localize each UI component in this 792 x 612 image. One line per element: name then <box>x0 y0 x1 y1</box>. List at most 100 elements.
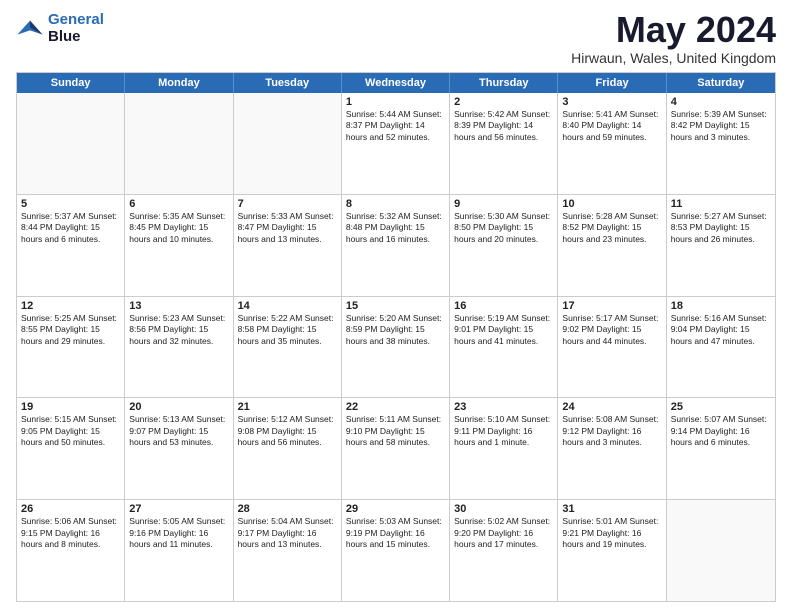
calendar-cell: 26Sunrise: 5:06 AM Sunset: 9:15 PM Dayli… <box>17 500 125 601</box>
day-number: 6 <box>129 198 228 210</box>
day-number: 8 <box>346 198 445 210</box>
day-number: 18 <box>671 300 771 312</box>
calendar-body: 1Sunrise: 5:44 AM Sunset: 8:37 PM Daylig… <box>17 93 775 601</box>
calendar-cell: 24Sunrise: 5:08 AM Sunset: 9:12 PM Dayli… <box>558 398 666 499</box>
calendar: SundayMondayTuesdayWednesdayThursdayFrid… <box>16 72 776 602</box>
calendar-cell: 18Sunrise: 5:16 AM Sunset: 9:04 PM Dayli… <box>667 297 775 398</box>
day-number: 26 <box>21 503 120 515</box>
day-info: Sunrise: 5:27 AM Sunset: 8:53 PM Dayligh… <box>671 211 771 245</box>
day-info: Sunrise: 5:07 AM Sunset: 9:14 PM Dayligh… <box>671 414 771 448</box>
header-day-friday: Friday <box>558 73 666 93</box>
calendar-row-2: 5Sunrise: 5:37 AM Sunset: 8:44 PM Daylig… <box>17 194 775 296</box>
header-day-sunday: Sunday <box>17 73 125 93</box>
day-info: Sunrise: 5:08 AM Sunset: 9:12 PM Dayligh… <box>562 414 661 448</box>
calendar-row-4: 19Sunrise: 5:15 AM Sunset: 9:05 PM Dayli… <box>17 397 775 499</box>
day-number: 25 <box>671 401 771 413</box>
calendar-cell: 23Sunrise: 5:10 AM Sunset: 9:11 PM Dayli… <box>450 398 558 499</box>
calendar-cell: 29Sunrise: 5:03 AM Sunset: 9:19 PM Dayli… <box>342 500 450 601</box>
header: General Blue May 2024 Hirwaun, Wales, Un… <box>16 12 776 66</box>
day-info: Sunrise: 5:22 AM Sunset: 8:58 PM Dayligh… <box>238 313 337 347</box>
calendar-cell: 22Sunrise: 5:11 AM Sunset: 9:10 PM Dayli… <box>342 398 450 499</box>
day-info: Sunrise: 5:03 AM Sunset: 9:19 PM Dayligh… <box>346 516 445 550</box>
calendar-cell: 14Sunrise: 5:22 AM Sunset: 8:58 PM Dayli… <box>234 297 342 398</box>
calendar-row-3: 12Sunrise: 5:25 AM Sunset: 8:55 PM Dayli… <box>17 296 775 398</box>
day-number: 1 <box>346 96 445 108</box>
day-number: 21 <box>238 401 337 413</box>
day-info: Sunrise: 5:30 AM Sunset: 8:50 PM Dayligh… <box>454 211 553 245</box>
calendar-cell: 7Sunrise: 5:33 AM Sunset: 8:47 PM Daylig… <box>234 195 342 296</box>
day-number: 11 <box>671 198 771 210</box>
calendar-cell: 10Sunrise: 5:28 AM Sunset: 8:52 PM Dayli… <box>558 195 666 296</box>
calendar-cell: 19Sunrise: 5:15 AM Sunset: 9:05 PM Dayli… <box>17 398 125 499</box>
page: General Blue May 2024 Hirwaun, Wales, Un… <box>0 0 792 612</box>
day-number: 30 <box>454 503 553 515</box>
day-info: Sunrise: 5:04 AM Sunset: 9:17 PM Dayligh… <box>238 516 337 550</box>
calendar-row-1: 1Sunrise: 5:44 AM Sunset: 8:37 PM Daylig… <box>17 93 775 194</box>
calendar-cell: 2Sunrise: 5:42 AM Sunset: 8:39 PM Daylig… <box>450 93 558 194</box>
header-day-tuesday: Tuesday <box>234 73 342 93</box>
day-info: Sunrise: 5:28 AM Sunset: 8:52 PM Dayligh… <box>562 211 661 245</box>
day-number: 22 <box>346 401 445 413</box>
calendar-cell <box>667 500 775 601</box>
day-info: Sunrise: 5:16 AM Sunset: 9:04 PM Dayligh… <box>671 313 771 347</box>
day-info: Sunrise: 5:25 AM Sunset: 8:55 PM Dayligh… <box>21 313 120 347</box>
day-info: Sunrise: 5:01 AM Sunset: 9:21 PM Dayligh… <box>562 516 661 550</box>
day-number: 23 <box>454 401 553 413</box>
calendar-cell: 4Sunrise: 5:39 AM Sunset: 8:42 PM Daylig… <box>667 93 775 194</box>
day-info: Sunrise: 5:15 AM Sunset: 9:05 PM Dayligh… <box>21 414 120 448</box>
calendar-cell: 31Sunrise: 5:01 AM Sunset: 9:21 PM Dayli… <box>558 500 666 601</box>
calendar-cell: 30Sunrise: 5:02 AM Sunset: 9:20 PM Dayli… <box>450 500 558 601</box>
day-info: Sunrise: 5:12 AM Sunset: 9:08 PM Dayligh… <box>238 414 337 448</box>
calendar-cell: 20Sunrise: 5:13 AM Sunset: 9:07 PM Dayli… <box>125 398 233 499</box>
calendar-cell: 12Sunrise: 5:25 AM Sunset: 8:55 PM Dayli… <box>17 297 125 398</box>
location: Hirwaun, Wales, United Kingdom <box>571 50 776 66</box>
calendar-cell: 17Sunrise: 5:17 AM Sunset: 9:02 PM Dayli… <box>558 297 666 398</box>
calendar-cell: 8Sunrise: 5:32 AM Sunset: 8:48 PM Daylig… <box>342 195 450 296</box>
title-block: May 2024 Hirwaun, Wales, United Kingdom <box>571 12 776 66</box>
day-number: 14 <box>238 300 337 312</box>
calendar-cell <box>17 93 125 194</box>
day-number: 17 <box>562 300 661 312</box>
calendar-cell: 3Sunrise: 5:41 AM Sunset: 8:40 PM Daylig… <box>558 93 666 194</box>
calendar-cell <box>125 93 233 194</box>
day-info: Sunrise: 5:20 AM Sunset: 8:59 PM Dayligh… <box>346 313 445 347</box>
day-number: 2 <box>454 96 553 108</box>
calendar-cell: 13Sunrise: 5:23 AM Sunset: 8:56 PM Dayli… <box>125 297 233 398</box>
calendar-cell: 5Sunrise: 5:37 AM Sunset: 8:44 PM Daylig… <box>17 195 125 296</box>
header-day-wednesday: Wednesday <box>342 73 450 93</box>
calendar-cell: 11Sunrise: 5:27 AM Sunset: 8:53 PM Dayli… <box>667 195 775 296</box>
day-info: Sunrise: 5:06 AM Sunset: 9:15 PM Dayligh… <box>21 516 120 550</box>
day-info: Sunrise: 5:11 AM Sunset: 9:10 PM Dayligh… <box>346 414 445 448</box>
day-number: 15 <box>346 300 445 312</box>
day-number: 29 <box>346 503 445 515</box>
logo-text: General Blue <box>48 12 104 45</box>
calendar-header: SundayMondayTuesdayWednesdayThursdayFrid… <box>17 73 775 93</box>
day-number: 13 <box>129 300 228 312</box>
day-info: Sunrise: 5:17 AM Sunset: 9:02 PM Dayligh… <box>562 313 661 347</box>
header-day-thursday: Thursday <box>450 73 558 93</box>
logo-icon <box>16 15 44 43</box>
day-info: Sunrise: 5:02 AM Sunset: 9:20 PM Dayligh… <box>454 516 553 550</box>
calendar-cell: 15Sunrise: 5:20 AM Sunset: 8:59 PM Dayli… <box>342 297 450 398</box>
day-number: 5 <box>21 198 120 210</box>
day-number: 28 <box>238 503 337 515</box>
calendar-cell: 27Sunrise: 5:05 AM Sunset: 9:16 PM Dayli… <box>125 500 233 601</box>
day-number: 24 <box>562 401 661 413</box>
calendar-cell: 9Sunrise: 5:30 AM Sunset: 8:50 PM Daylig… <box>450 195 558 296</box>
day-info: Sunrise: 5:35 AM Sunset: 8:45 PM Dayligh… <box>129 211 228 245</box>
calendar-row-5: 26Sunrise: 5:06 AM Sunset: 9:15 PM Dayli… <box>17 499 775 601</box>
day-info: Sunrise: 5:37 AM Sunset: 8:44 PM Dayligh… <box>21 211 120 245</box>
day-number: 7 <box>238 198 337 210</box>
calendar-cell: 6Sunrise: 5:35 AM Sunset: 8:45 PM Daylig… <box>125 195 233 296</box>
calendar-cell: 28Sunrise: 5:04 AM Sunset: 9:17 PM Dayli… <box>234 500 342 601</box>
day-info: Sunrise: 5:39 AM Sunset: 8:42 PM Dayligh… <box>671 109 771 143</box>
day-info: Sunrise: 5:05 AM Sunset: 9:16 PM Dayligh… <box>129 516 228 550</box>
day-info: Sunrise: 5:10 AM Sunset: 9:11 PM Dayligh… <box>454 414 553 448</box>
day-info: Sunrise: 5:44 AM Sunset: 8:37 PM Dayligh… <box>346 109 445 143</box>
calendar-cell: 1Sunrise: 5:44 AM Sunset: 8:37 PM Daylig… <box>342 93 450 194</box>
day-info: Sunrise: 5:42 AM Sunset: 8:39 PM Dayligh… <box>454 109 553 143</box>
calendar-cell: 21Sunrise: 5:12 AM Sunset: 9:08 PM Dayli… <box>234 398 342 499</box>
day-number: 12 <box>21 300 120 312</box>
calendar-cell <box>234 93 342 194</box>
day-info: Sunrise: 5:23 AM Sunset: 8:56 PM Dayligh… <box>129 313 228 347</box>
